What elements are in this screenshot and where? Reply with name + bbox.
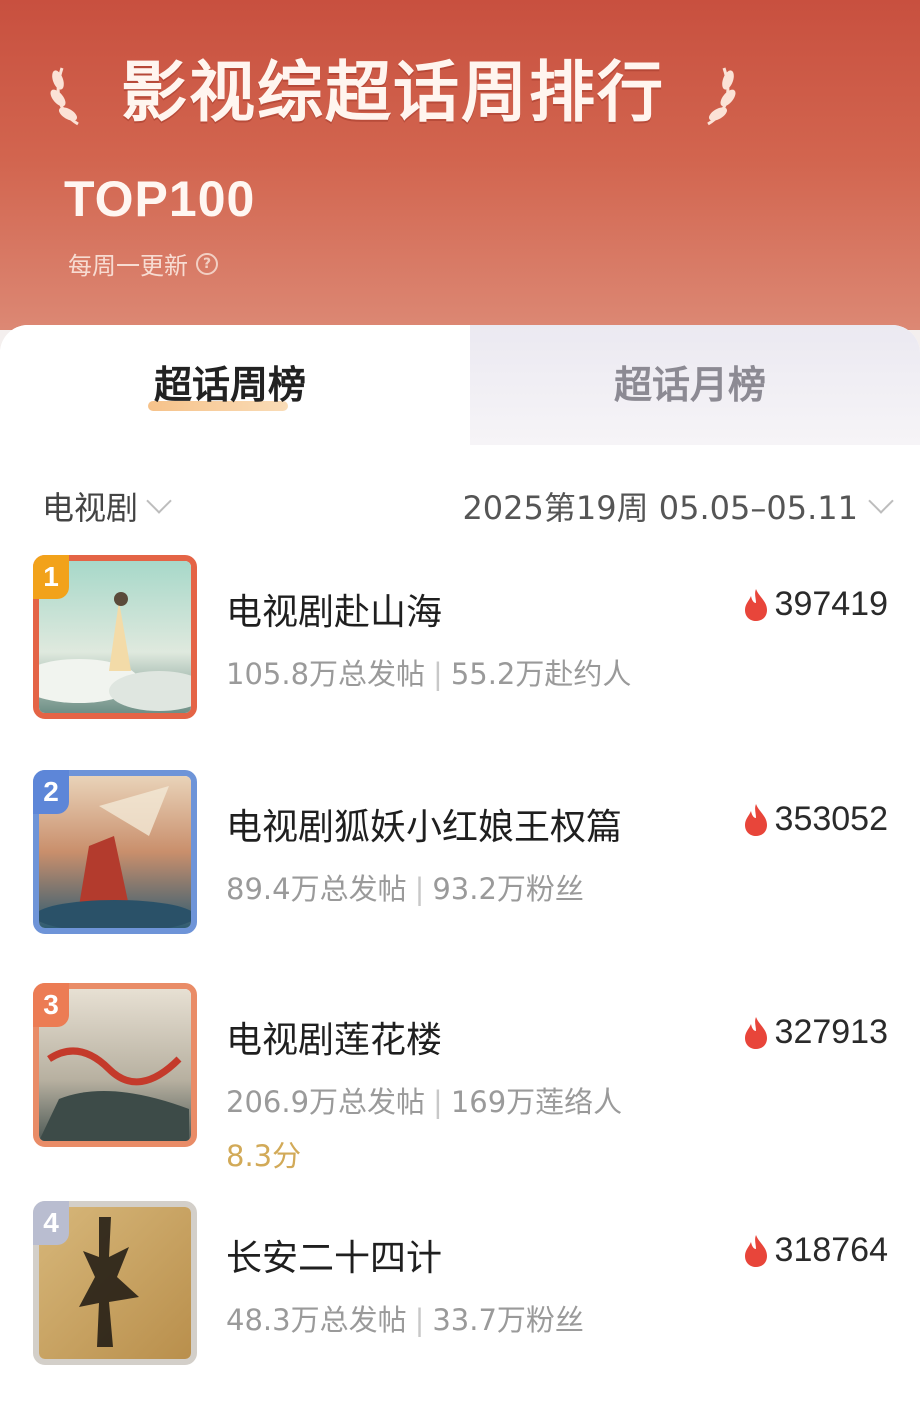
show-title: 电视剧莲花楼 [226,1020,443,1061]
rank-badge: 4 [33,1201,69,1245]
question-circle-icon[interactable]: ? [196,252,218,275]
list-item[interactable]: 1 电视剧赴山海 105.8万总发帖 | 55.2万赴约人 397419 [0,555,920,725]
list-item[interactable]: 4 长安二十四计 48.3万总发帖 | 33.7万粉丝 318764 [0,1201,920,1371]
fire-icon [744,1234,767,1267]
header: 影视综超话周排行 TOP100 每周一更新 ? [0,0,920,340]
tab-monthly[interactable]: 超话月榜 [590,355,790,415]
week-label: 2025第19周 05.05–05.11 [462,489,858,527]
heat-value: 397419 [741,585,888,624]
show-meta: 48.3万总发帖 | 33.7万粉丝 [226,1303,584,1337]
heat-value: 318764 [741,1231,888,1270]
filter-row: 电视剧 2025第19周 05.05–05.11 [0,475,920,535]
show-meta: 89.4万总发帖 | 93.2万粉丝 [226,872,584,906]
fire-icon [744,588,767,621]
update-info: 每周一更新 ? [68,246,218,281]
heat-value: 353052 [741,800,888,839]
list-item[interactable]: 2 电视剧狐妖小红娘王权篇 89.4万总发帖 | 93.2万粉丝 353052 [0,770,920,940]
title-row: 影视综超话周排行 [48,48,738,138]
heat-value: 327913 [741,1013,888,1052]
rank-badge: 1 [33,555,69,599]
top100-label: TOP100 [64,171,256,227]
tab-bar: 超话周榜 超话月榜 [0,325,920,445]
show-title: 长安二十四计 [226,1238,443,1279]
chevron-down-icon [146,488,172,514]
show-meta: 206.9万总发帖 | 169万莲络人 [226,1085,623,1119]
show-meta: 105.8万总发帖 | 55.2万赴约人 [226,657,632,691]
rank-badge: 3 [33,983,69,1027]
rating-score: 8.3分 [226,1139,302,1173]
ranking-card: 超话周榜 超话月榜 电视剧 2025第19周 05.05–05.11 1 电视剧… [0,325,920,1402]
show-title: 电视剧赴山海 [226,592,443,633]
fire-icon [744,803,767,836]
laurel-right-icon [707,67,736,126]
show-title: 电视剧狐妖小红娘王权篇 [226,807,623,848]
fire-icon [744,1016,767,1049]
page-title: 影视综超话周排行 [121,54,665,131]
tab-weekly[interactable]: 超话周榜 [130,355,330,415]
rank-badge: 2 [33,770,69,814]
list-item[interactable]: 3 电视剧莲花楼 206.9万总发帖 | 169万莲络人 8.3分 327913 [0,983,920,1173]
laurel-left-icon [50,67,79,126]
category-label: 电视剧 [42,489,139,527]
week-select[interactable]: 2025第19周 05.05–05.11 [462,483,894,529]
chevron-down-icon [868,488,894,514]
category-select[interactable]: 电视剧 [42,483,172,529]
update-text: 每周一更新 [68,252,188,280]
